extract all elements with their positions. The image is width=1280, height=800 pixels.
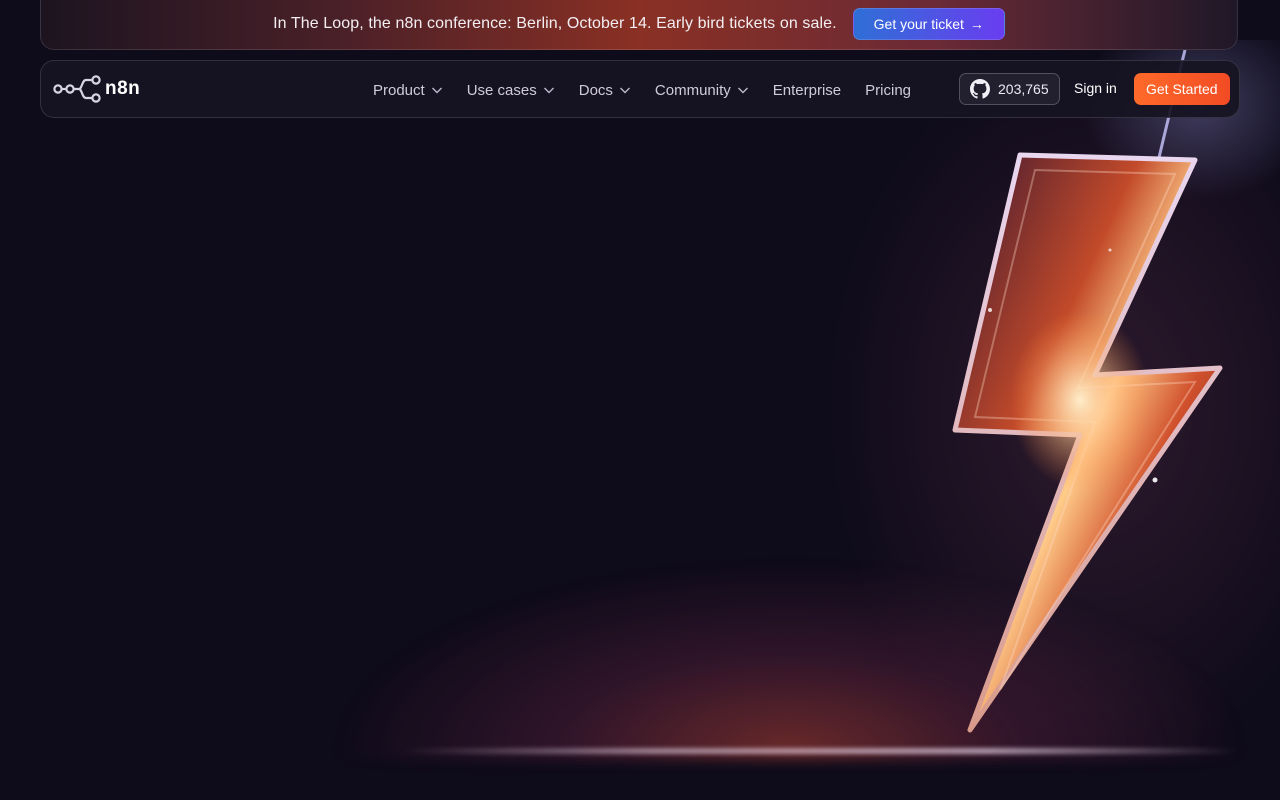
logo-text: n8n	[105, 78, 141, 99]
chevron-down-icon	[619, 87, 630, 94]
nav-links: Product Use cases Docs Community Enterpr…	[373, 61, 911, 119]
hero-background	[0, 0, 1280, 800]
hero-floor-line	[400, 748, 1240, 754]
chevron-down-icon	[431, 87, 442, 94]
nav-item-label: Pricing	[865, 81, 912, 99]
nav-item-label: Enterprise	[772, 81, 842, 99]
nav-item-community[interactable]: Community	[655, 82, 749, 99]
nav-item-label: Docs	[578, 81, 613, 99]
main-navbar: n8n Product Use cases Docs Community Ent…	[40, 60, 1240, 118]
hero-glow-floor	[330, 560, 1250, 760]
github-icon	[970, 79, 990, 99]
arrow-right-icon: →	[969, 16, 984, 32]
n8n-logo-icon	[53, 75, 101, 103]
hero-glow-right	[820, 100, 1280, 780]
nav-item-label: Product	[373, 81, 425, 99]
nav-item-pricing[interactable]: Pricing	[865, 82, 911, 99]
github-stars-button[interactable]: 203,765	[959, 73, 1060, 105]
get-ticket-button[interactable]: Get your ticket →	[852, 8, 1005, 40]
nav-item-docs[interactable]: Docs	[579, 82, 631, 99]
chevron-down-icon	[737, 87, 748, 94]
banner-text: In The Loop, the n8n conference: Berlin,…	[273, 15, 837, 32]
nav-item-product[interactable]: Product	[373, 82, 443, 99]
get-started-label: Get Started	[1146, 81, 1218, 97]
announcement-banner: In The Loop, the n8n conference: Berlin,…	[40, 0, 1238, 50]
github-stars-count: 203,765	[998, 81, 1049, 97]
page: In The Loop, the n8n conference: Berlin,…	[0, 0, 1280, 800]
nav-item-label: Community	[654, 81, 731, 99]
nav-item-use-cases[interactable]: Use cases	[467, 82, 555, 99]
get-ticket-label: Get your ticket	[873, 16, 964, 32]
chevron-down-icon	[543, 87, 554, 94]
get-started-button[interactable]: Get Started	[1134, 73, 1230, 105]
nav-item-label: Use cases	[466, 81, 537, 99]
nav-item-enterprise[interactable]: Enterprise	[773, 82, 841, 99]
lightning-bolt-icon	[952, 50, 1223, 733]
n8n-logo[interactable]: n8n	[53, 75, 140, 103]
sign-in-link[interactable]: Sign in	[1074, 80, 1117, 96]
